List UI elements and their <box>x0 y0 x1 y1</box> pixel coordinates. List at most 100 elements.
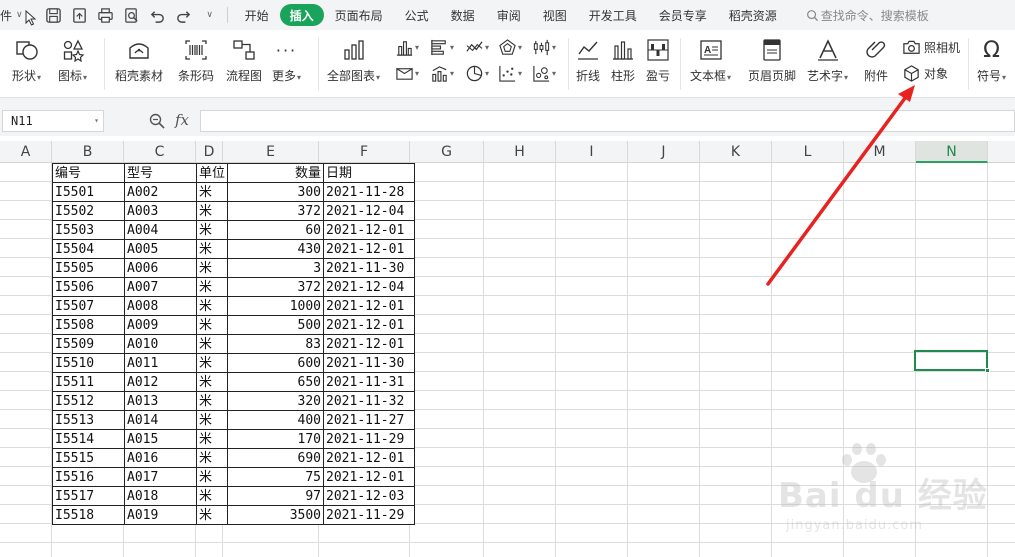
tab-developer[interactable]: 开发工具 <box>578 4 648 26</box>
barcode-button[interactable]: 条形码 <box>178 36 214 84</box>
table-cell[interactable]: 690 <box>227 448 325 468</box>
table-cell[interactable]: 500 <box>227 315 325 335</box>
table-cell[interactable]: 2021-11-31 <box>323 372 416 392</box>
tab-view[interactable]: 视图 <box>532 4 578 26</box>
table-cell[interactable]: I5502 <box>52 201 125 221</box>
column-chart-menu[interactable]: ▾ <box>395 36 419 58</box>
table-cell[interactable]: 2021-12-01 <box>323 239 416 259</box>
symbol-button[interactable]: Ω 符号▾ <box>977 36 1006 84</box>
table-cell[interactable]: 170 <box>227 429 325 449</box>
table-cell[interactable]: 米 <box>195 182 229 202</box>
file-menu-label[interactable]: 件 <box>0 7 12 24</box>
tab-insert[interactable]: 插入 <box>279 4 324 26</box>
command-search[interactable]: 查找命令、搜索模板 <box>806 7 929 24</box>
column-header-h[interactable]: H <box>484 141 556 163</box>
column-header-l[interactable]: L <box>772 141 844 163</box>
wordart-button[interactable]: 艺术字▾ <box>807 36 848 84</box>
function-icon[interactable]: fx <box>175 111 189 129</box>
table-cell[interactable]: I5508 <box>52 315 125 335</box>
table-cell[interactable]: 3500 <box>227 505 325 525</box>
more-button[interactable]: ··· 更多▾ <box>272 36 301 84</box>
table-cell[interactable]: 300 <box>227 182 325 202</box>
tab-data[interactable]: 数据 <box>440 4 486 26</box>
column-header-n[interactable]: N <box>916 141 988 163</box>
header-cell[interactable]: 型号 <box>124 163 197 183</box>
table-cell[interactable]: A007 <box>124 277 197 297</box>
save-icon[interactable] <box>41 2 67 28</box>
textbox-button[interactable]: A 文本框▾ <box>690 36 731 84</box>
map-chart-menu[interactable]: ▾ <box>395 62 419 84</box>
table-cell[interactable]: A005 <box>124 239 197 259</box>
table-cell[interactable]: I5509 <box>52 334 125 354</box>
chevron-down-icon[interactable]: ∨ <box>16 10 23 20</box>
table-cell[interactable]: 2021-12-01 <box>323 467 416 487</box>
tab-page-layout[interactable]: 页面布局 <box>324 4 394 26</box>
table-cell[interactable]: 米 <box>195 429 229 449</box>
table-cell[interactable]: 320 <box>227 391 325 411</box>
pie-chart-menu[interactable]: ▾ <box>465 62 489 84</box>
tab-formulas[interactable]: 公式 <box>394 4 440 26</box>
table-cell[interactable]: I5515 <box>52 448 125 468</box>
column-header-a[interactable]: A <box>0 141 52 163</box>
export-icon[interactable] <box>67 2 93 28</box>
zoom-icon[interactable] <box>148 112 166 130</box>
radar-chart-menu[interactable]: ▾ <box>498 36 522 58</box>
table-cell[interactable]: 2021-11-30 <box>323 353 416 373</box>
tab-daoke-resources[interactable]: 稻壳资源 <box>718 4 788 26</box>
table-cell[interactable]: 400 <box>227 410 325 430</box>
table-cell[interactable]: 75 <box>227 467 325 487</box>
column-header-e[interactable]: E <box>223 141 319 163</box>
shape-button[interactable]: 形状▾ <box>12 36 41 84</box>
camera-button[interactable]: 照相机 <box>902 36 960 58</box>
redo-icon[interactable] <box>171 2 197 28</box>
bubble-chart-menu[interactable]: ▾ <box>532 62 556 84</box>
sparkline-column-button[interactable]: 柱形 <box>611 36 635 84</box>
table-cell[interactable]: 米 <box>195 296 229 316</box>
table-cell[interactable]: 2021-12-01 <box>323 220 416 240</box>
table-cell[interactable]: 米 <box>195 391 229 411</box>
header-cell[interactable]: 数量 <box>227 163 325 183</box>
line-chart-menu[interactable]: ▾ <box>465 36 489 58</box>
name-box[interactable]: N11 ▾ <box>2 110 104 132</box>
column-header-m[interactable]: M <box>844 141 916 163</box>
table-cell[interactable]: A019 <box>124 505 197 525</box>
sparkline-line-button[interactable]: 折线 <box>576 36 600 84</box>
fill-handle[interactable] <box>985 368 990 373</box>
flowchart-button[interactable]: 流程图 <box>226 36 262 84</box>
table-cell[interactable]: I5504 <box>52 239 125 259</box>
table-cell[interactable]: 米 <box>195 486 229 506</box>
table-cell[interactable]: 2021-12-04 <box>323 201 416 221</box>
table-cell[interactable]: 2021-12-01 <box>323 296 416 316</box>
table-cell[interactable]: 2021-11-29 <box>323 429 416 449</box>
tab-member[interactable]: 会员专享 <box>648 4 718 26</box>
table-cell[interactable]: 372 <box>227 201 325 221</box>
table-cell[interactable]: I5505 <box>52 258 125 278</box>
table-cell[interactable]: I5514 <box>52 429 125 449</box>
table-cell[interactable]: 2021-11-29 <box>323 505 416 525</box>
table-cell[interactable]: I5506 <box>52 277 125 297</box>
table-cell[interactable]: 2021-12-01 <box>323 315 416 335</box>
table-cell[interactable]: 米 <box>195 448 229 468</box>
table-cell[interactable]: I5510 <box>52 353 125 373</box>
table-cell[interactable]: 米 <box>195 467 229 487</box>
stock-chart-menu[interactable]: ▾ <box>532 36 556 58</box>
formula-input[interactable] <box>200 110 1015 132</box>
table-cell[interactable]: A002 <box>124 182 197 202</box>
combo-chart-menu[interactable]: ▾ <box>430 62 454 84</box>
column-header-d[interactable]: D <box>196 141 223 163</box>
table-cell[interactable]: 60 <box>227 220 325 240</box>
table-cell[interactable]: 430 <box>227 239 325 259</box>
table-cell[interactable]: 3 <box>227 258 325 278</box>
daoke-material-button[interactable]: 稻壳素材 <box>115 36 163 84</box>
table-cell[interactable]: 2021-12-03 <box>323 486 416 506</box>
table-cell[interactable]: 米 <box>195 315 229 335</box>
print-preview-icon[interactable] <box>119 2 145 28</box>
table-cell[interactable]: A009 <box>124 315 197 335</box>
header-cell[interactable]: 单位 <box>195 163 229 183</box>
table-cell[interactable]: I5503 <box>52 220 125 240</box>
customize-chevron-icon[interactable]: ∨ <box>197 2 223 28</box>
table-cell[interactable]: 2021-12-01 <box>323 448 416 468</box>
table-cell[interactable]: I5513 <box>52 410 125 430</box>
bar-chart-menu[interactable]: ▾ <box>430 36 454 58</box>
column-header-k[interactable]: K <box>700 141 772 163</box>
